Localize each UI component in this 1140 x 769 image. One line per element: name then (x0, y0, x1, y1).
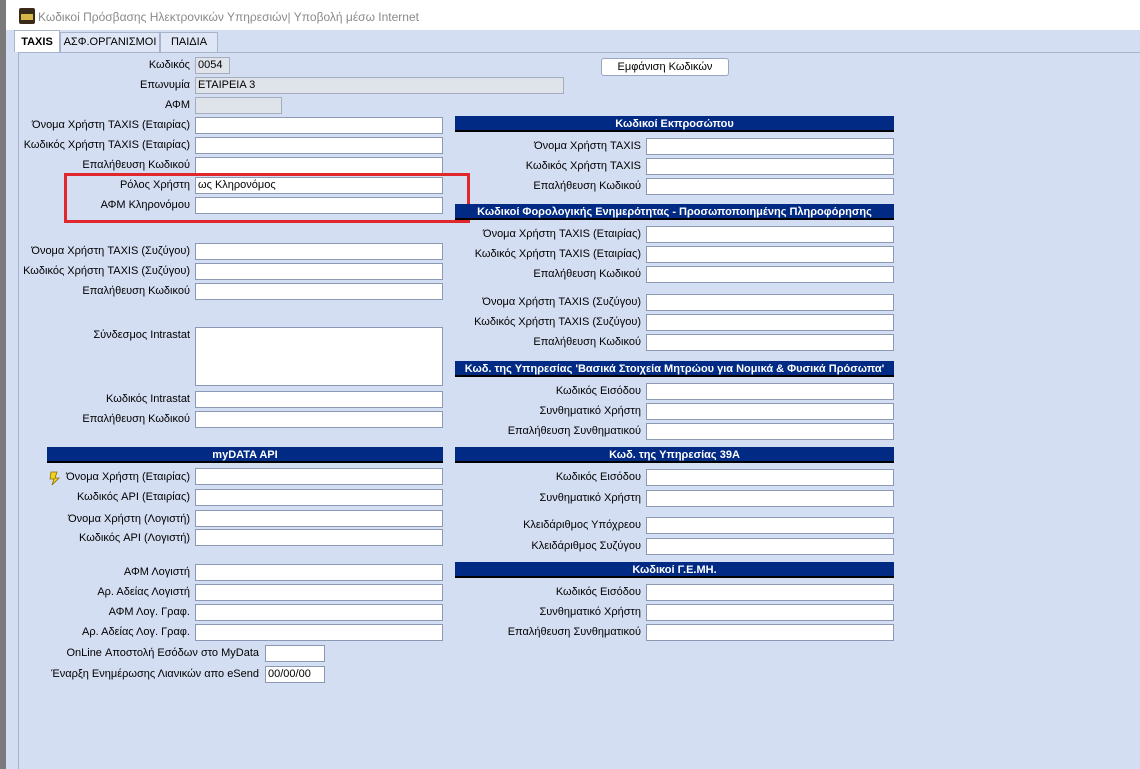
tax-verify-field[interactable] (646, 266, 894, 283)
registry-verify-label: Επαλήθευση Συνθηματικού (507, 425, 641, 437)
mydata-user-accountant-field[interactable] (195, 510, 443, 527)
tax-verify-spouse-label: Επαλήθευση Κωδικού (533, 336, 641, 348)
afm-label: ΑΦΜ (165, 99, 190, 111)
taxis-user-spouse-label: Όνομα Χρήστη TAXIS (Συζύγου) (31, 245, 190, 257)
mydata-user-accountant-label: Όνομα Χρήστη (Λογιστή) (68, 513, 190, 525)
tax-user-spouse-label: Όνομα Χρήστη TAXIS (Συζύγου) (482, 296, 641, 308)
name-label: Επωνυμία (139, 79, 190, 91)
key-obligor-label: Κλειδάριθμος Υπόχρεου (523, 519, 641, 531)
license-office-field[interactable] (195, 624, 443, 641)
rep-user-label: Όνομα Χρήστη TAXIS (534, 140, 641, 152)
registry-password-field[interactable] (646, 403, 894, 420)
tab-children[interactable]: ΠΑΙΔΙΑ (160, 32, 218, 52)
verify-intrastat-label: Επαλήθευση Κωδικού (82, 413, 190, 425)
verify-intrastat-field[interactable] (195, 411, 443, 428)
gemi-login-label: Κωδικός Εισόδου (555, 586, 641, 598)
window-title: Κωδικοί Πρόσβασης Ηλεκτρονικών Υπηρεσιών… (38, 10, 419, 24)
verify-code-spouse-label: Επαλήθευση Κωδικού (82, 285, 190, 297)
code-label: Κωδικός (148, 59, 190, 71)
key-spouse-field[interactable] (646, 538, 894, 555)
tax-pass-spouse-field[interactable] (646, 314, 894, 331)
online-send-field[interactable] (265, 645, 325, 662)
afm-accountant-label: ΑΦΜ Λογιστή (123, 566, 190, 578)
arrow-icon[interactable] (48, 470, 62, 486)
key-spouse-label: Κλειδάριθμος Συζύγου (531, 540, 641, 552)
svc39a-header: Κωδ. της Υπηρεσίας 39Α (455, 447, 894, 463)
gemi-verify-field[interactable] (646, 624, 894, 641)
taxis-pass-company-label: Κωδικός Χρήστη TAXIS (Εταιρίας) (23, 139, 190, 151)
rep-verify-label: Επαλήθευση Κωδικού (533, 180, 641, 192)
gemi-header: Κωδικοί Γ.Ε.ΜΗ. (455, 562, 894, 578)
license-accountant-field[interactable] (195, 584, 443, 601)
tax-verify-label: Επαλήθευση Κωδικού (533, 268, 641, 280)
registry-verify-field[interactable] (646, 423, 894, 440)
rep-header: Κωδικοί Εκπροσώπου (455, 116, 894, 132)
mydata-api-accountant-label: Κωδικός API (Λογιστή) (79, 532, 190, 544)
license-accountant-label: Αρ. Αδείας Λογιστή (97, 586, 190, 598)
app-icon (19, 8, 35, 24)
afm-accountant-field[interactable] (195, 564, 443, 581)
mydata-api-company-field[interactable] (195, 489, 443, 506)
tax-user-company-label: Όνομα Χρήστη TAXIS (Εταιρίας) (483, 228, 641, 240)
registry-header: Κωδ. της Υπηρεσίας 'Βασικά Στοιχεία Μητρ… (455, 361, 894, 377)
registry-login-field[interactable] (646, 383, 894, 400)
tax-user-company-field[interactable] (646, 226, 894, 243)
highlight-box (64, 173, 470, 223)
verify-code-label: Επαλήθευση Κωδικού (82, 159, 190, 171)
window-border (0, 30, 6, 769)
afm-office-field[interactable] (195, 604, 443, 621)
company-name-field[interactable]: ΕΤΑΙΡΕΙΑ 3 (195, 77, 564, 94)
gemi-password-label: Συνθηματικό Χρήστη (539, 606, 641, 618)
tax-pass-spouse-label: Κωδικός Χρήστη TAXIS (Συζύγου) (474, 316, 641, 328)
mydata-api-accountant-field[interactable] (195, 529, 443, 546)
key-obligor-field[interactable] (646, 517, 894, 534)
tax-pass-company-label: Κωδικός Χρήστη TAXIS (Εταιρίας) (474, 248, 641, 260)
taxis-pass-spouse-field[interactable] (195, 263, 443, 280)
title-bar: Κωδικοί Πρόσβασης Ηλεκτρονικών Υπηρεσιών… (0, 0, 1140, 30)
taxis-pass-spouse-label: Κωδικός Χρήστη TAXIS (Συζύγου) (23, 265, 190, 277)
svc39a-password-field[interactable] (646, 490, 894, 507)
registry-login-label: Κωδικός Εισόδου (555, 385, 641, 397)
rep-pass-label: Κωδικός Χρήστη TAXIS (525, 160, 641, 172)
intrastat-link-textarea[interactable] (195, 327, 443, 386)
intrastat-link-label: Σύνδεσμος Intrastat (93, 329, 190, 341)
tab-taxis[interactable]: TAXIS (14, 30, 60, 52)
mydata-user-company-field[interactable] (195, 468, 443, 485)
tab-insurance[interactable]: ΑΣΦ.ΟΡΓΑΝΙΣΜΟΙ (60, 32, 160, 52)
mydata-user-company-label: Όνομα Χρήστη (Εταιρίας) (66, 471, 190, 483)
tax-pass-company-field[interactable] (646, 246, 894, 263)
mydata-api-company-label: Κωδικός API (Εταιρίας) (76, 491, 190, 503)
registry-password-label: Συνθηματικό Χρήστη (539, 405, 641, 417)
mydata-header: myDATA API (47, 447, 443, 463)
license-office-label: Αρ. Αδείας Λογ. Γραφ. (82, 626, 190, 638)
taxis-user-company-field[interactable] (195, 117, 443, 134)
show-codes-button[interactable]: Εμφάνιση Κωδικών (601, 58, 729, 76)
svc39a-password-label: Συνθηματικό Χρήστη (539, 492, 641, 504)
tax-verify-spouse-field[interactable] (646, 334, 894, 351)
tax-header: Κωδικοί Φορολογικής Ενημερότητας - Προσω… (455, 204, 894, 220)
taxis-user-spouse-field[interactable] (195, 243, 443, 260)
rep-verify-field[interactable] (646, 178, 894, 195)
intrastat-code-label: Κωδικός Intrastat (106, 393, 190, 405)
rep-user-field[interactable] (646, 138, 894, 155)
tax-user-spouse-field[interactable] (646, 294, 894, 311)
afm-field[interactable] (195, 97, 282, 114)
esend-date-field[interactable]: 00/00/00 (265, 666, 325, 683)
taxis-user-company-label: Όνομα Χρήστη TAXIS (Εταιρίας) (32, 119, 190, 131)
rep-pass-field[interactable] (646, 158, 894, 175)
svc39a-login-label: Κωδικός Εισόδου (555, 471, 641, 483)
svc39a-login-field[interactable] (646, 469, 894, 486)
afm-office-label: ΑΦΜ Λογ. Γραφ. (108, 606, 190, 618)
online-send-label: OnLine Αποστολή Εσόδων στο MyData (66, 647, 259, 659)
gemi-login-field[interactable] (646, 584, 894, 601)
esend-start-label: Έναρξη Ενημέρωσης Λιανικών απο eSend (51, 668, 259, 680)
verify-code-spouse-field[interactable] (195, 283, 443, 300)
verify-code-field[interactable] (195, 157, 443, 174)
gemi-verify-label: Επαλήθευση Συνθηματικού (507, 626, 641, 638)
taxis-pass-company-field[interactable] (195, 137, 443, 154)
code-field[interactable]: 0054 (195, 57, 230, 74)
intrastat-code-field[interactable] (195, 391, 443, 408)
gemi-password-field[interactable] (646, 604, 894, 621)
